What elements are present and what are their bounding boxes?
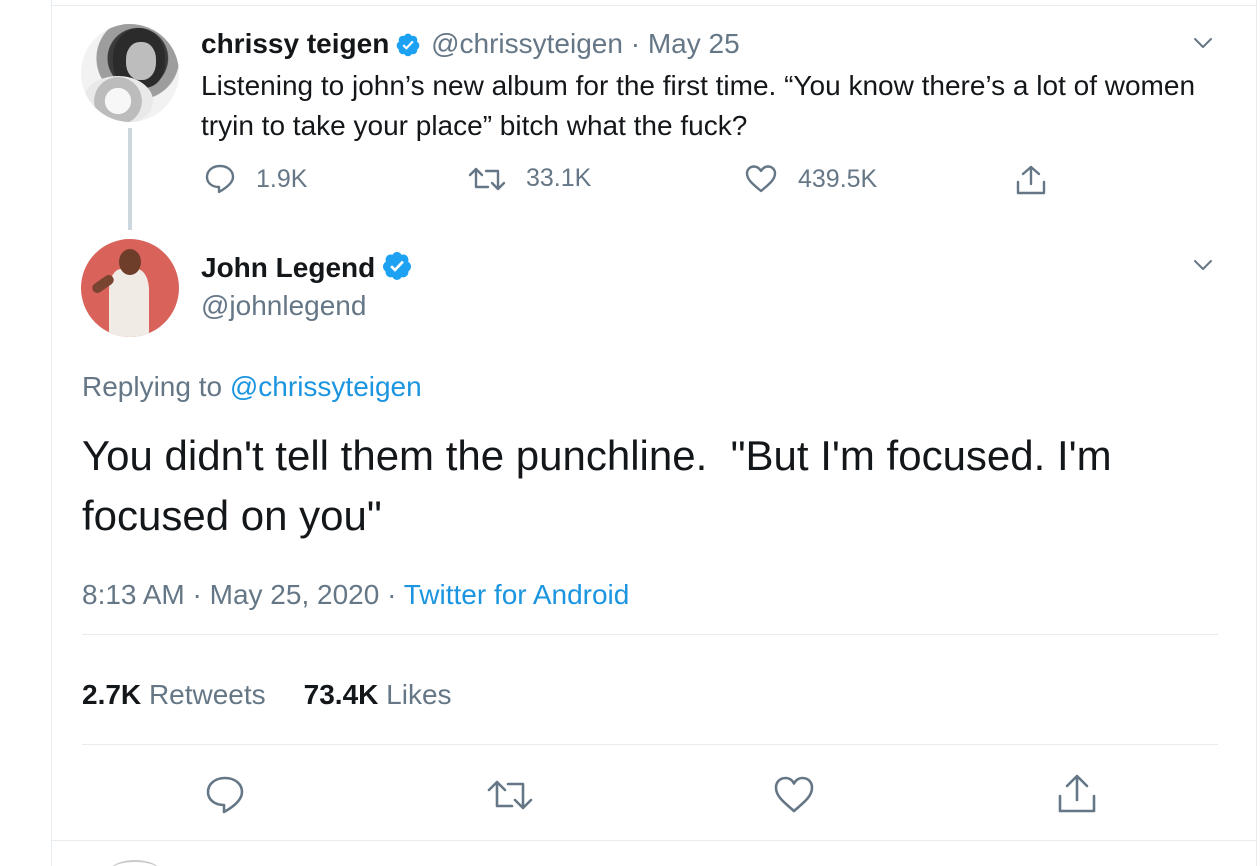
tweet-source-link[interactable]: Twitter for Android <box>404 579 630 610</box>
next-tweet-avatar-edge <box>110 860 160 866</box>
likes-stat[interactable]: 73.4K Likes <box>304 679 452 710</box>
tweet-time[interactable]: 8:13 AM <box>82 579 185 610</box>
tweet-detail-page: chrissy teigen @chrissyteigen · May 25 L… <box>0 0 1260 866</box>
meta-separator-1: · <box>192 579 202 610</box>
verified-badge-icon <box>395 31 421 67</box>
share-button[interactable] <box>1055 772 1097 814</box>
thread-line <box>128 128 132 230</box>
chevron-down-icon[interactable] <box>1192 254 1214 276</box>
tweet-stats: 2.7K Retweets 73.4K Likes <box>82 677 452 713</box>
reply-button[interactable] <box>204 774 246 816</box>
heart-icon <box>774 776 814 813</box>
original-author-name[interactable]: chrissy teigen <box>201 28 389 59</box>
share-icon <box>1016 165 1046 195</box>
header-separator: · <box>630 28 641 59</box>
share-button[interactable] <box>1014 164 1068 196</box>
replying-to-line: Replying to @chrissyteigen <box>82 369 422 405</box>
reply-author-name[interactable]: John Legend <box>201 252 375 283</box>
verified-badge-icon <box>381 250 413 291</box>
column-border-right <box>1256 0 1257 866</box>
divider <box>82 634 1218 635</box>
tweet-meta: 8:13 AM · May 25, 2020 · Twitter for And… <box>82 577 629 613</box>
avatar-face <box>126 42 156 80</box>
like-button[interactable] <box>772 774 814 816</box>
like-button[interactable]: 439.5K <box>744 164 877 194</box>
original-tweet-header: chrissy teigen @chrissyteigen · May 25 <box>201 26 740 67</box>
retweets-count: 2.7K <box>82 679 142 710</box>
reply-icon <box>205 164 235 194</box>
original-tweet-text: Listening to john’s new album for the fi… <box>201 70 1196 141</box>
replying-to-prefix: Replying to <box>82 371 230 402</box>
replying-to-link[interactable]: @chrissyteigen <box>230 371 422 402</box>
reply-count: 1.9K <box>256 164 308 193</box>
bottom-border <box>51 840 1257 841</box>
like-count: 439.5K <box>798 164 878 193</box>
avatar-fur <box>83 76 153 122</box>
avatar-head <box>119 249 141 275</box>
divider <box>82 744 1218 745</box>
likes-count: 73.4K <box>303 679 379 710</box>
reply-button[interactable]: 1.9K <box>204 164 307 194</box>
reply-tweet-text: You didn't tell them the punchline. "But… <box>82 432 1124 539</box>
avatar-chrissy[interactable] <box>81 24 179 122</box>
avatar-john[interactable] <box>81 239 179 337</box>
retweet-button[interactable]: 33.1K <box>468 164 591 193</box>
original-author-handle[interactable]: @chrissyteigen <box>431 28 623 59</box>
original-tweet-date[interactable]: May 25 <box>648 28 740 59</box>
chevron-down-icon[interactable] <box>1192 32 1214 54</box>
reply-icon <box>206 776 244 814</box>
top-border <box>51 5 1257 6</box>
tweet-date[interactable]: May 25, 2020 <box>210 579 380 610</box>
likes-label: Likes <box>386 679 452 710</box>
retweet-button[interactable] <box>486 774 533 816</box>
reply-author-row: John Legend <box>201 250 415 291</box>
retweets-stat[interactable]: 2.7K Retweets <box>82 679 266 710</box>
retweet-count: 33.1K <box>526 164 592 192</box>
retweet-icon <box>487 780 533 810</box>
column-border-left <box>51 0 52 866</box>
retweets-label: Retweets <box>148 679 266 710</box>
heart-icon <box>745 165 777 193</box>
avatar-body <box>109 269 149 337</box>
meta-separator-2: · <box>387 579 397 610</box>
retweet-icon <box>468 167 506 190</box>
reply-author-handle[interactable]: @johnlegend <box>201 288 366 324</box>
share-icon <box>1058 774 1096 813</box>
